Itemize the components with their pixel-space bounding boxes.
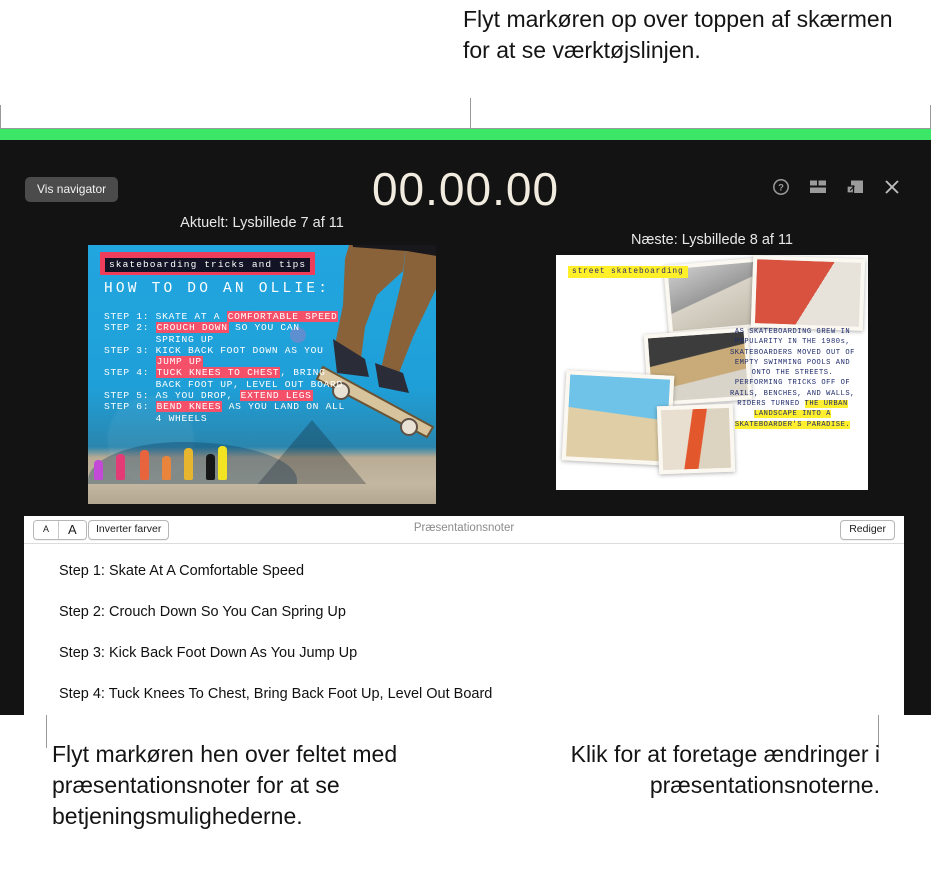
slide-step-line: STEP 5: AS YOU DROP, EXTEND LEGS [104,390,313,402]
photo-thumb [750,255,866,331]
current-slide-thumbnail[interactable]: skateboarding tricks and tips HOW TO DO … [88,245,436,504]
callout-top-leader-stem [470,98,471,129]
notes-text-area[interactable]: Step 1: Skate At A Comfortable Speed Step… [24,543,904,715]
note-line: Step 3: Kick Back Foot Down As You Jump … [59,645,358,661]
layout-icon[interactable] [809,178,827,196]
next-slide-title: street skateboarding [568,266,688,278]
presenter-icon-group: ? [772,178,901,196]
slide-ground [88,484,436,504]
slide-step-line: STEP 4: TUCK KNEES TO CHEST, BRING [104,367,326,379]
next-slide-label: Næste: Lysbillede 8 af 11 [630,232,793,248]
callout-top-left-tick [0,105,1,129]
slide-step-line: STEP 6: BEND KNEES AS YOU LAND ON ALL [104,401,345,413]
callout-top-text: Flyt markøren op over toppen af skærmen … [463,6,893,63]
accent-bar [0,129,931,140]
callout-bottom-right-text: Klik for at foretage ændringer i præsent… [570,741,880,798]
notes-pane-title: Præsentationsnoter [413,522,515,534]
slide-step-line: 4 WHEELS [104,412,208,424]
slide-step-line: STEP 2: CROUCH DOWN SO YOU CAN [104,322,300,334]
figure-icon [140,450,149,480]
next-slide-thumbnail[interactable]: street skateboarding AS SKATEBOARDING GR… [556,255,868,490]
figure-icon [116,454,125,480]
figure-icon [218,446,227,480]
slide-step-line: STEP 3: KICK BACK FOOT DOWN AS YOU [104,344,324,356]
callout-bottom-left-text: Flyt markøren hen over feltet med præsen… [52,741,398,829]
note-line: Step 4: Tuck Knees To Chest, Bring Back … [59,686,493,702]
edit-notes-button[interactable]: Rediger [840,520,895,540]
help-icon[interactable]: ? [772,178,790,196]
photo-thumb [656,403,736,475]
figure-icon [206,454,215,480]
figure-icon [94,460,103,480]
slide-step-line: JUMP UP [155,356,203,368]
notes-toolbar: A A Inverter farver Præsentationsnoter R… [24,516,904,544]
note-line: Step 2: Crouch Down So You Can Spring Up [59,604,346,620]
slide-title-band: skateboarding tricks and tips [100,252,316,275]
slide-step-line: STEP 1: SKATE AT A COMFORTABLE SPEED [104,311,339,322]
current-slide-label: Aktuelt: Lysbillede 7 af 11 [180,215,344,231]
presenter-toolbar: Vis navigator 00.00.00 ? [0,140,931,215]
slide-step-line: SPRING UP [104,333,214,345]
figure-icon [162,456,171,480]
slide-title-text: skateboarding tricks and tips [105,258,311,272]
figure-icon [184,448,193,480]
slide-heading: HOW TO DO AN OLLIE: [104,281,331,297]
note-line: Step 1: Skate At A Comfortable Speed [59,563,305,579]
swap-layout-icon[interactable] [846,178,864,196]
svg-text:?: ? [778,183,784,194]
slide-step-line: BACK FOOT UP, LEVEL OUT BOARD [104,378,343,390]
next-slide-body: AS SKATEBOARDING GREW IN POPULARITY IN T… [730,328,855,429]
slide-steps-list: STEP 1: SKATE AT A COMFORTABLE SPEED STEP… [104,311,345,424]
presenter-notes-pane[interactable]: A A Inverter farver Præsentationsnoter R… [24,516,904,715]
close-icon[interactable] [883,178,901,196]
